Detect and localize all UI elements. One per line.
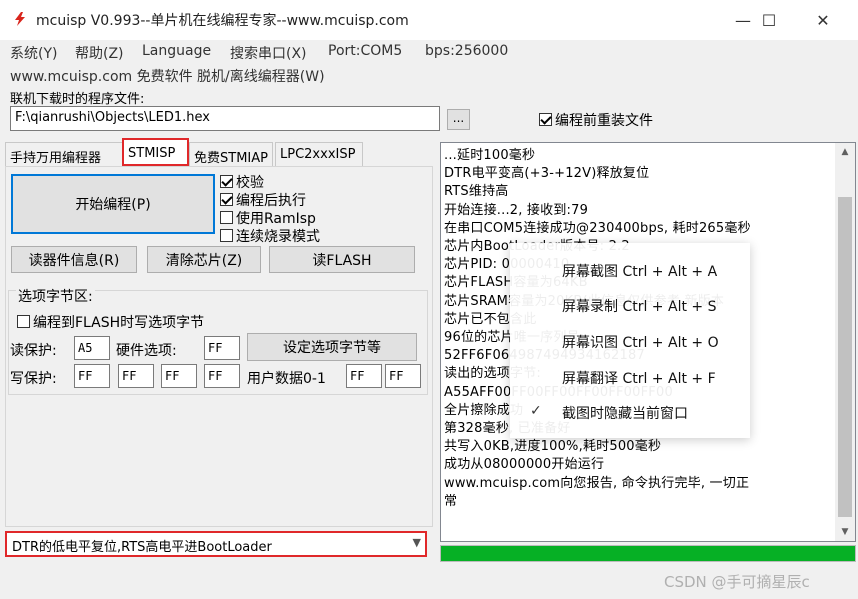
user-data-field-0[interactable]: FF bbox=[346, 364, 382, 388]
reset-mode-value: DTR的低电平复位,RTS高电平进BootLoader bbox=[12, 540, 272, 555]
progress-bar bbox=[440, 545, 856, 562]
option-continuous[interactable]: 连续烧录模式 bbox=[220, 226, 320, 246]
verify-checkbox[interactable] bbox=[220, 175, 233, 188]
log-line: 在串口COM5连接成功@230400bps, 耗时265毫秒 bbox=[444, 220, 751, 236]
menu-item-translate[interactable]: 屏幕翻译 Ctrl + Alt + F bbox=[562, 368, 716, 388]
option-ramisp[interactable]: 使用RamIsp bbox=[220, 208, 316, 228]
menu-bar: 系统(Y) 帮助(Z) Language 搜索串口(X) Port:COM5 b… bbox=[0, 40, 858, 64]
file-path-input[interactable]: F:\qianrushi\Objects\LED1.hex bbox=[10, 106, 440, 131]
continuous-checkbox[interactable] bbox=[220, 229, 233, 242]
tab-stmiap[interactable]: 免费STMIAP bbox=[189, 142, 273, 166]
log-line: 成功从08000000开始运行 bbox=[444, 457, 605, 473]
read-flash-button[interactable]: 读FLASH bbox=[269, 246, 415, 273]
log-line: RTS维持高 bbox=[444, 184, 509, 200]
option-verify[interactable]: 校验 bbox=[220, 172, 264, 192]
menu-system[interactable]: 系统(Y) bbox=[10, 43, 57, 63]
read-protect-field[interactable]: A5 bbox=[74, 336, 110, 360]
ramisp-label: 使用RamIsp bbox=[236, 211, 316, 227]
browse-button[interactable]: ... bbox=[447, 109, 470, 130]
check-icon: ✓ bbox=[530, 403, 542, 419]
menu-item-record[interactable]: 屏幕录制 Ctrl + Alt + S bbox=[562, 296, 716, 316]
file-label: 联机下载时的程序文件: bbox=[10, 92, 145, 107]
log-line: ...延时100毫秒 bbox=[444, 148, 536, 163]
clear-chip-button[interactable]: 清除芯片(Z) bbox=[147, 246, 261, 273]
write-option-bytes-checkbox[interactable] bbox=[17, 315, 30, 328]
verify-label: 校验 bbox=[236, 175, 264, 191]
chip-icon bbox=[15, 12, 25, 26]
reset-mode-select[interactable]: DTR的低电平复位,RTS高电平进BootLoader ▼ bbox=[5, 531, 427, 557]
tab-handheld[interactable]: 手持万用编程器 bbox=[5, 142, 123, 166]
hardware-option-field[interactable]: FF bbox=[204, 336, 240, 360]
write-protect-field-2[interactable]: FF bbox=[161, 364, 197, 388]
hardware-option-label: 硬件选项: bbox=[116, 343, 177, 359]
run-after-label: 编程后执行 bbox=[236, 193, 306, 209]
menu-offline-programmer[interactable]: www.mcuisp.com 免费软件 脱机/离线编程器(W) bbox=[10, 66, 325, 86]
menu-bps[interactable]: bps:256000 bbox=[425, 43, 508, 59]
scroll-down-icon[interactable]: ▼ bbox=[835, 523, 855, 541]
read-protect-label: 读保护: bbox=[10, 343, 57, 359]
read-info-button[interactable]: 读器件信息(R) bbox=[11, 246, 137, 273]
menu-item-hide-window[interactable]: 截图时隐藏当前窗口 bbox=[562, 403, 688, 423]
write-protect-label: 写保护: bbox=[10, 371, 57, 387]
window-title: mcuisp V0.993--单片机在线编程专家--www.mcuisp.com bbox=[36, 13, 409, 29]
watermark: CSDN @手可摘星辰c bbox=[664, 573, 810, 591]
user-data-field-1[interactable]: FF bbox=[385, 364, 421, 388]
menu-language[interactable]: Language bbox=[142, 43, 211, 59]
reload-before-program-option[interactable]: 编程前重装文件 bbox=[539, 110, 653, 130]
reload-checkbox[interactable] bbox=[539, 113, 552, 126]
maximize-button[interactable]: ☐ bbox=[746, 0, 792, 40]
write-option-bytes-option[interactable]: 编程到FLASH时写选项字节 bbox=[17, 312, 204, 332]
user-data-label: 用户数据0-1 bbox=[247, 371, 326, 387]
ramisp-checkbox[interactable] bbox=[220, 211, 233, 224]
start-programming-button[interactable]: 开始编程(P) bbox=[11, 174, 215, 234]
menu-help[interactable]: 帮助(Z) bbox=[75, 43, 124, 63]
reload-label: 编程前重装文件 bbox=[555, 113, 653, 129]
tab-stmisp[interactable]: STMISP bbox=[122, 138, 189, 166]
close-button[interactable]: ✕ bbox=[800, 0, 846, 40]
context-menu: 屏幕截图 Ctrl + Alt + A 屏幕录制 Ctrl + Alt + S … bbox=[510, 243, 750, 438]
log-line: DTR电平变高(+3-+12V)释放复位 bbox=[444, 166, 650, 182]
log-line: 开始连接...2, 接收到:79 bbox=[444, 202, 589, 218]
write-protect-field-1[interactable]: FF bbox=[118, 364, 154, 388]
write-protect-field-3[interactable]: FF bbox=[204, 364, 240, 388]
write-protect-field-0[interactable]: FF bbox=[74, 364, 110, 388]
log-line: 常 bbox=[444, 493, 458, 509]
chevron-down-icon[interactable]: ▼ bbox=[413, 536, 421, 549]
menu-port[interactable]: Port:COM5 bbox=[328, 43, 402, 59]
continuous-label: 连续烧录模式 bbox=[236, 229, 320, 245]
set-option-bytes-button[interactable]: 设定选项字节等 bbox=[247, 333, 417, 361]
scroll-thumb[interactable] bbox=[838, 197, 852, 517]
menu-item-screenshot[interactable]: 屏幕截图 Ctrl + Alt + A bbox=[562, 261, 717, 281]
title-bar: mcuisp V0.993--单片机在线编程专家--www.mcuisp.com… bbox=[0, 0, 858, 40]
log-line: 共写入0KB,进度100%,耗时500毫秒 bbox=[444, 439, 662, 455]
menu-search-port[interactable]: 搜索串口(X) bbox=[230, 43, 307, 63]
scroll-up-icon[interactable]: ▲ bbox=[835, 143, 855, 161]
run-after-checkbox[interactable] bbox=[220, 193, 233, 206]
write-option-bytes-label: 编程到FLASH时写选项字节 bbox=[33, 315, 205, 331]
log-scrollbar[interactable]: ▲ ▼ bbox=[835, 143, 855, 541]
option-run-after[interactable]: 编程后执行 bbox=[220, 190, 306, 210]
option-bytes-label: 选项字节区: bbox=[16, 286, 95, 306]
tab-lpc2xxxisp[interactable]: LPC2xxxISP bbox=[275, 142, 363, 166]
log-line: www.mcuisp.com向您报告, 命令执行完毕, 一切正 bbox=[444, 475, 750, 491]
progress-fill bbox=[441, 546, 855, 561]
menu-item-recognize[interactable]: 屏幕识图 Ctrl + Alt + O bbox=[562, 332, 719, 352]
